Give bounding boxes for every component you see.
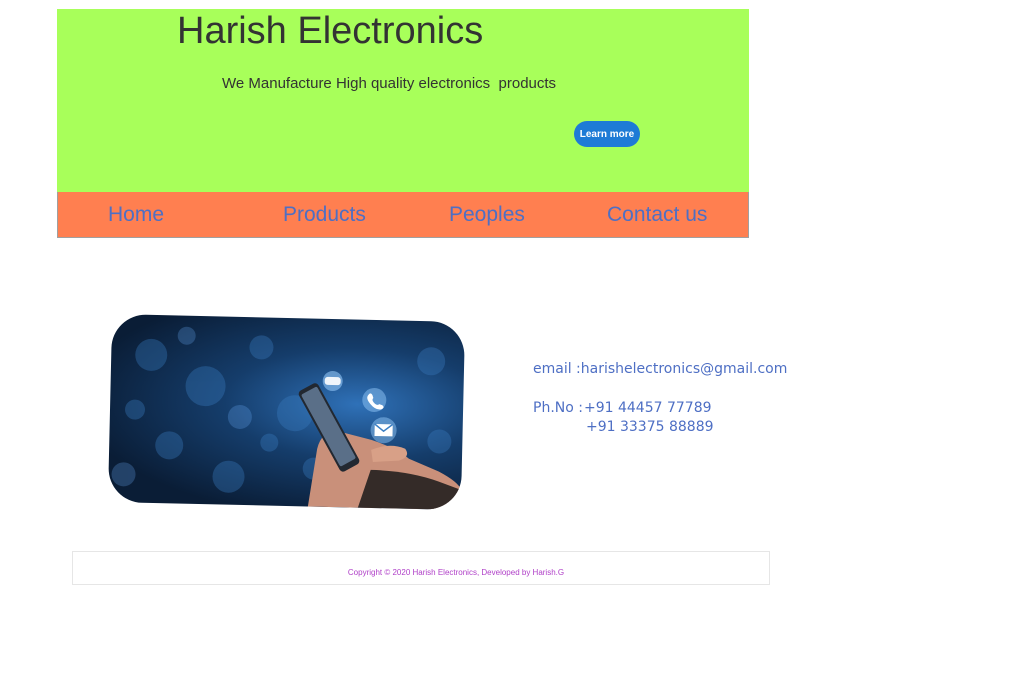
phone-call-icon xyxy=(362,387,387,412)
phone-in-hand-illustration xyxy=(111,326,462,510)
footer: Copyright © 2020 Harish Electronics, Dev… xyxy=(72,551,770,585)
email-icon xyxy=(370,417,397,444)
chat-bubble-icon xyxy=(322,371,343,392)
nav-peoples[interactable]: Peoples xyxy=(449,203,525,227)
learn-more-button[interactable]: Learn more xyxy=(574,121,640,147)
nav-home[interactable]: Home xyxy=(108,203,164,227)
phone-label: Ph.No : xyxy=(533,400,583,416)
hero-banner: Harish Electronics We Manufacture High q… xyxy=(57,9,749,192)
phone-number-2: +91 33375 88889 xyxy=(586,419,714,435)
site-title: Harish Electronics xyxy=(177,10,484,52)
phone-number-1: +91 44457 77789 xyxy=(584,400,712,416)
site-tagline: We Manufacture High quality electronics … xyxy=(222,75,557,92)
main-nav: Home Products Peoples Contact us xyxy=(57,192,749,238)
hero-phone-image xyxy=(107,314,466,510)
nav-contact-us[interactable]: Contact us xyxy=(607,203,707,227)
nav-products[interactable]: Products xyxy=(283,203,366,227)
contact-info: email :harishelectronics@gmail.com Ph.No… xyxy=(533,361,787,441)
copyright-text: Copyright © 2020 Harish Electronics, Dev… xyxy=(347,568,565,577)
contact-email: email :harishelectronics@gmail.com xyxy=(533,361,788,377)
